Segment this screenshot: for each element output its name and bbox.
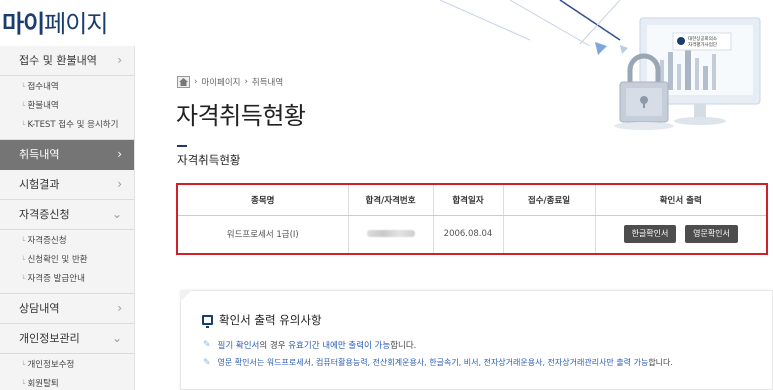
cell-period <box>503 215 596 253</box>
sidebar-sublist-application: 접수내역 환불내역 K-TEST 접수 및 응시하기 <box>0 76 134 140</box>
mypage: 마이페이지 대한상공회의소 자격평가사업단 접수 및 환불내역 › └ 접수내역… <box>0 0 773 390</box>
sidebar-item-certificate-request[interactable]: 자격증신청 ⌄ <box>0 200 134 230</box>
chevron-down-icon: ⌄ <box>111 331 122 345</box>
sidebar-item-application-refund[interactable]: 접수 및 환불내역 › <box>0 46 134 76</box>
chevron-right-icon: › <box>117 147 122 161</box>
pencil-icon: ✎ <box>203 357 211 368</box>
notice-line-2: ✎ 영문 확인서는 워드프로세서, 컴퓨터활용능력, 전산회계운용사, 한글속기… <box>203 357 673 368</box>
cell-date: 2006.08.04 <box>433 215 504 253</box>
section-title: 자격취득현황 <box>177 153 241 167</box>
logo-icon <box>677 37 685 45</box>
acquisition-table: 종목명 합격/자격번호 합격일자 접수/종료일 확인서 출력 워드프로세서 1급… <box>176 183 768 255</box>
home-icon[interactable] <box>177 76 190 88</box>
notice-line-1-highlight-c: 유효기간 내에만 출력이 가능 <box>288 341 391 351</box>
hero-sign-line2: 자격평가사업단 <box>688 41 717 48</box>
chevron-right-icon: › <box>117 301 122 315</box>
column-header-date: 합격일자 <box>433 185 504 216</box>
sidebar-subitem-request-check[interactable]: 신청확인 및 반환 <box>21 251 134 270</box>
table-header-row: 종목명 합격/자격번호 합격일자 접수/종료일 확인서 출력 <box>178 185 766 216</box>
cell-print: 한글확인서 영문확인서 <box>595 215 766 253</box>
column-header-name: 종목명 <box>178 185 349 216</box>
notice-title: 확인서 출력 유의사항 <box>202 312 322 328</box>
triangle-icon-small <box>620 45 628 54</box>
sidebar-subitem-certificate-request[interactable]: 자격증신청 <box>21 232 134 251</box>
breadcrumb-separator: › <box>244 77 248 87</box>
cell-number <box>348 215 434 253</box>
notice-line-1-highlight-a: 필기 확인서 <box>217 341 260 351</box>
chevron-right-icon: › <box>117 177 122 191</box>
sidebar-item-label: 자격증신청 <box>19 208 70 221</box>
notice-line-1-text: 필기 확인서의 경우 유효기간 내에만 출력이 가능합니다. <box>218 339 417 351</box>
triangle-icon <box>595 42 607 55</box>
pencil-icon: ✎ <box>203 340 211 350</box>
site-title-bold: 마이 <box>2 10 45 38</box>
column-header-number: 합격/자격번호 <box>348 185 434 216</box>
column-header-period: 접수/종료일 <box>503 185 596 216</box>
sidebar-item-consultation[interactable]: 상담내역 › <box>0 294 134 324</box>
sidebar-subitem-issue-guide[interactable]: 자격증 발급안내 <box>21 270 134 289</box>
sidebar-item-label: 시험결과 <box>19 178 60 191</box>
sidebar-sublist-privacy: 개인정보수정 회원탈퇴 <box>0 354 134 390</box>
chevron-right-icon: › <box>117 53 122 67</box>
notice-title-text: 확인서 출력 유의사항 <box>219 313 322 327</box>
cell-name: 워드프로세서 1급(I) <box>178 215 349 253</box>
notice-box: 확인서 출력 유의사항 ✎ 필기 확인서의 경우 유효기간 내에만 출력이 가능… <box>180 290 773 390</box>
breadcrumb: › 마이페이지 › 취득내역 <box>177 76 283 88</box>
notice-line-2-highlight: 영문 확인서는 워드프로세서, 컴퓨터활용능력, 전산회계운용사, 한글속기, … <box>217 358 649 367</box>
english-certificate-button[interactable]: 영문확인서 <box>685 225 738 244</box>
sidebar-subitem-refund-history[interactable]: 환불내역 <box>21 97 134 116</box>
monitor-icon <box>202 315 213 328</box>
sidebar-item-acquisition[interactable]: 취득내역 › <box>0 140 134 170</box>
sidebar-item-label: 취득내역 <box>19 148 60 161</box>
sidebar-subitem-withdraw[interactable]: 회원탈퇴 <box>21 375 134 390</box>
sidebar-item-label: 개인정보관리 <box>19 332 80 345</box>
column-header-print: 확인서 출력 <box>595 185 766 216</box>
table-row: 워드프로세서 1급(I) 2006.08.04 한글확인서 영문확인서 <box>178 215 766 253</box>
hero-illustration: 대한상공회의소 자격평가사업단 <box>595 17 761 130</box>
breadcrumb-current: 취득내역 <box>251 78 284 88</box>
notice-line-1-part-b: 의 경우 <box>259 341 289 351</box>
title-underline <box>177 145 187 147</box>
sidebar-subitem-ktest[interactable]: K-TEST 접수 및 응시하기 <box>21 116 134 135</box>
notice-line-1: ✎ 필기 확인서의 경우 유효기간 내에만 출력이 가능합니다. <box>203 339 416 351</box>
sidebar-item-privacy[interactable]: 개인정보관리 ⌄ <box>0 324 134 354</box>
site-title[interactable]: 마이페이지 <box>2 4 108 39</box>
page-title: 자격취득현황 <box>176 102 306 130</box>
sidebar-item-exam-result[interactable]: 시험결과 › <box>0 170 134 200</box>
chevron-down-icon: ⌄ <box>111 207 122 221</box>
site-title-rest: 페이지 <box>44 10 108 38</box>
korean-certificate-button[interactable]: 한글확인서 <box>623 225 677 244</box>
notice-line-1-part-d: 합니다. <box>390 341 417 351</box>
redacted-number <box>366 230 415 238</box>
sidebar-item-label: 접수 및 환불내역 <box>19 54 97 67</box>
breadcrumb-mypage[interactable]: 마이페이지 <box>201 76 240 88</box>
sidebar-subitem-edit-profile[interactable]: 개인정보수정 <box>21 356 134 375</box>
notice-line-2-text: 영문 확인서는 워드프로세서, 컴퓨터활용능력, 전산회계운용사, 한글속기, … <box>218 357 673 368</box>
breadcrumb-separator: › <box>194 77 198 87</box>
sidebar-item-label: 상담내역 <box>19 302 60 315</box>
sidebar-sublist-certificate: 자격증신청 신청확인 및 반환 자격증 발급안내 <box>0 230 134 294</box>
hero-sign-line1: 대한상공회의소 <box>688 35 717 42</box>
sidebar-subitem-application-history[interactable]: 접수내역 <box>21 78 134 97</box>
sidebar: 접수 및 환불내역 › 접수내역 환불내역 K-TEST 접수 및 응시하기 취… <box>0 46 135 390</box>
notice-line-2-end: 합니다. <box>648 358 673 367</box>
notice-corner-fold <box>180 290 192 302</box>
